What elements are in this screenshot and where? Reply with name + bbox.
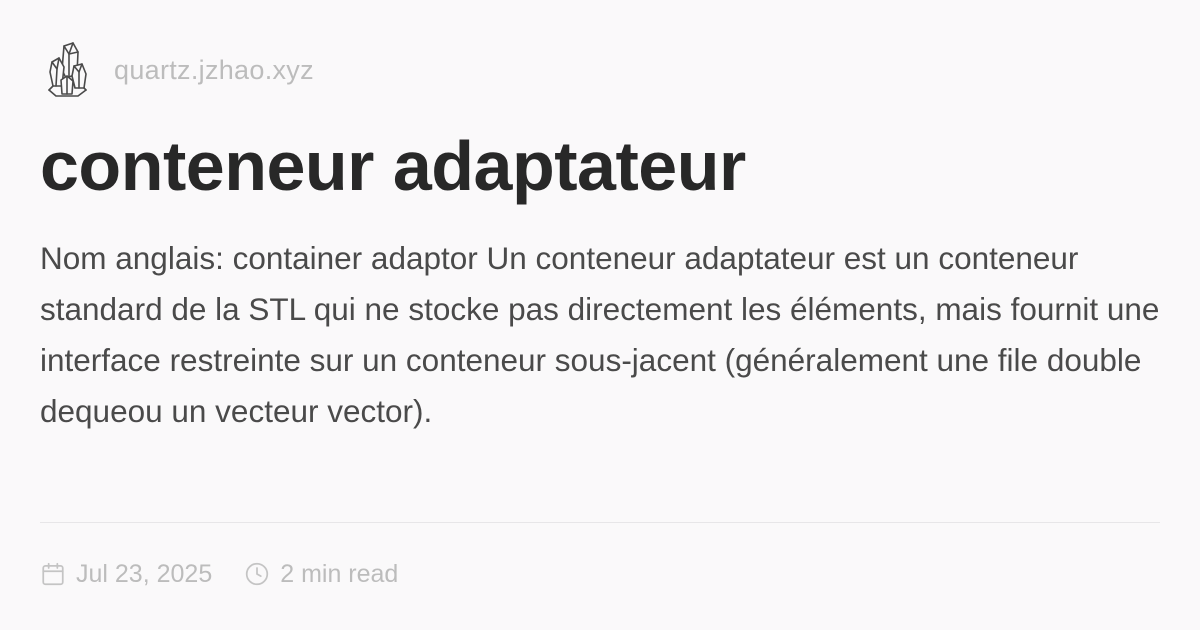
clock-icon (246, 562, 269, 586)
page-description: Nom anglais: container adaptor Un conten… (40, 240, 1160, 429)
crystal-cluster-icon (48, 42, 87, 97)
reading-time: 2 min read (244, 560, 398, 589)
page-title: conteneur adaptateur (40, 127, 746, 205)
publish-date: Jul 23, 2025 (40, 560, 212, 589)
site-url[interactable]: quartz.jzhao.xyz (114, 55, 314, 86)
calendar-icon (42, 562, 64, 586)
site-header: quartz.jzhao.xyz (44, 40, 314, 100)
publish-date-text: Jul 23, 2025 (76, 559, 213, 588)
page-meta: Jul 23, 2025 2 min read (40, 556, 398, 592)
divider (40, 522, 1160, 523)
reading-time-text: 2 min read (280, 559, 399, 588)
